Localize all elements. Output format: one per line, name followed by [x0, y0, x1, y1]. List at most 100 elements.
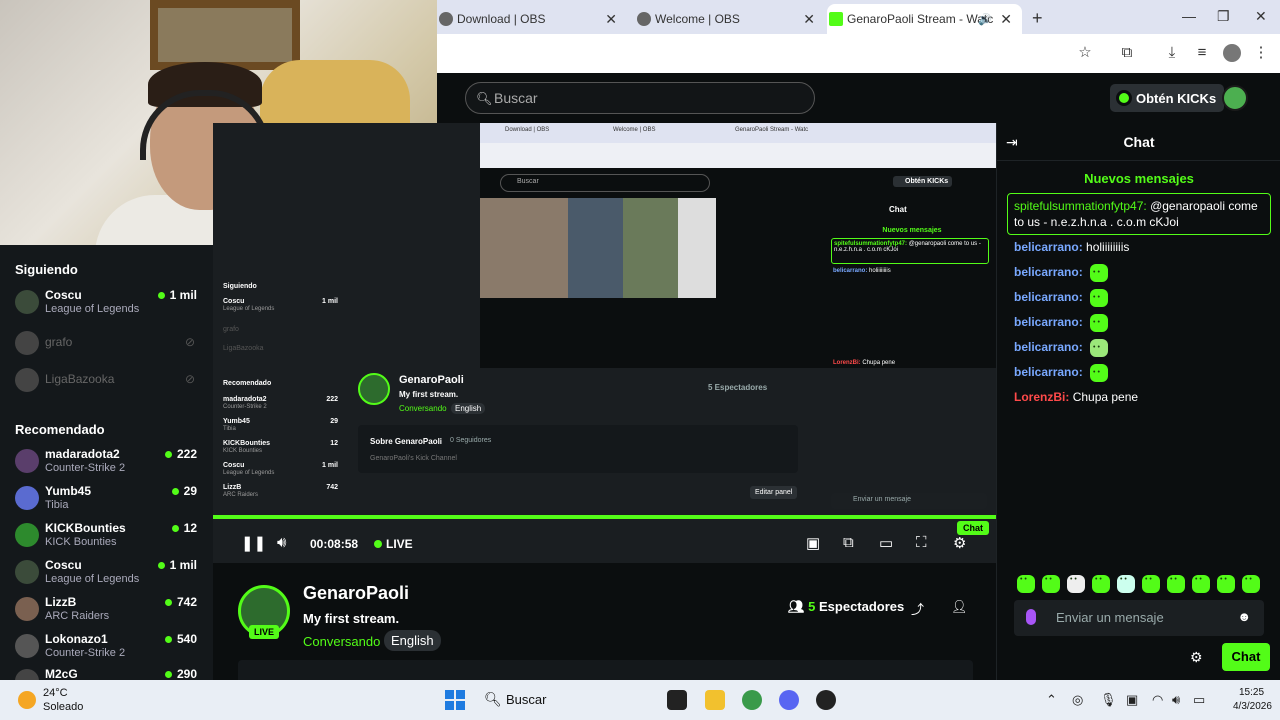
file-explorer-icon[interactable] — [705, 690, 725, 710]
sidebar-item-grafo[interactable]: grafo ⊘ — [15, 329, 205, 365]
weather-temperature[interactable]: 24°C — [43, 687, 68, 699]
chevron-up-icon[interactable]: ⌃ — [1046, 692, 1057, 708]
sidebar-item-lizzb[interactable]: LizzB ARC Raiders 742 — [15, 595, 205, 631]
sidebar-item-coscu[interactable]: Coscu League of Legends 1 mil — [15, 288, 205, 324]
sidebar-item-lokonazo1[interactable]: Lokonazo1 Counter-Strike 2 540 — [15, 632, 205, 668]
volume-tray-icon[interactable]: 🔊︎ — [1172, 692, 1180, 708]
emote-icon[interactable] — [1167, 575, 1185, 593]
microphone-icon[interactable] — [1026, 609, 1036, 625]
browser-tab-kick[interactable]: GenaroPaoli Stream - Watc 🔊 ✕ — [827, 4, 1022, 34]
chat-message-pinned[interactable]: spitefulsummationfytp47: @genaropaoli co… — [1007, 193, 1271, 235]
stream-language[interactable]: English — [384, 630, 441, 651]
get-kicks-label: Obtén KICKs — [1136, 90, 1217, 106]
theater-icon[interactable]: ▭ — [879, 534, 893, 552]
user-avatar[interactable] — [1222, 85, 1248, 111]
star-icon[interactable]: ☆ — [1076, 44, 1094, 62]
chat-input[interactable]: Enviar un mensaje ☻ — [1014, 600, 1264, 636]
stream-category[interactable]: Conversando — [303, 634, 380, 649]
nested-new-messages: Nuevos mensajes — [882, 227, 942, 234]
speaker-icon[interactable]: 🔊 — [978, 13, 992, 26]
chat-username[interactable]: LorenzBi: — [1014, 390, 1069, 404]
emoji-icon[interactable]: ☻ — [1237, 609, 1251, 624]
nested-user: belicarrano: — [833, 268, 868, 274]
sidebar-item-madaradota2[interactable]: madaradota2 Counter-Strike 2 222 — [15, 447, 205, 483]
maximize-icon[interactable]: ❐ — [1217, 8, 1230, 25]
emote-icon[interactable] — [1242, 575, 1260, 593]
chat-settings-icon[interactable]: ⚙ — [1190, 649, 1203, 666]
close-icon[interactable]: ✕ — [803, 11, 815, 28]
menu-icon[interactable]: ⋮ — [1252, 44, 1270, 62]
video-player[interactable]: Download | OBS Welcome | OBS GenaroPaoli… — [213, 123, 996, 563]
channel-name: grafo — [45, 335, 73, 349]
emote-icon[interactable] — [1042, 575, 1060, 593]
settings-icon[interactable]: ⚙ — [953, 534, 966, 552]
taskbar-search[interactable]: Buscar — [506, 692, 546, 707]
share-icon[interactable]: ⤴ — [911, 599, 924, 618]
emote-icon[interactable] — [1067, 575, 1085, 593]
emote-icon[interactable] — [1117, 575, 1135, 593]
sidebar-item-kickbounties[interactable]: KICKBounties KICK Bounties 12 — [15, 521, 205, 557]
viewer-count: 540 — [165, 632, 197, 646]
avatar — [15, 634, 39, 658]
browser-tab-obs-welcome[interactable]: Welcome | OBS ✕ — [635, 4, 825, 34]
extensions-icon[interactable]: ⧉ — [1118, 44, 1136, 62]
get-kicks-button[interactable]: Obtén KICKs — [1110, 84, 1225, 112]
close-icon[interactable]: ✕ — [605, 11, 617, 28]
new-messages-banner[interactable]: Nuevos mensajes — [997, 171, 1280, 186]
weather-description[interactable]: Soleado — [43, 701, 83, 713]
clip-icon[interactable]: ▣ — [806, 534, 820, 552]
emote-icon[interactable] — [1217, 575, 1235, 593]
nested-category: Tibia — [223, 426, 236, 432]
minimize-icon[interactable]: — — [1182, 8, 1196, 24]
chat-username[interactable]: belicarrano: — [1014, 315, 1083, 329]
chat-username[interactable]: belicarrano: — [1014, 365, 1083, 379]
battery-icon[interactable]: ▭ — [1193, 692, 1205, 708]
pause-icon[interactable]: ❚❚ — [241, 534, 266, 552]
emote-icon[interactable] — [1192, 575, 1210, 593]
sidebar-item-m2cg[interactable]: M2cG 290 — [15, 667, 205, 680]
media-icon[interactable]: ≡ — [1193, 44, 1211, 62]
search-icon[interactable]: 🔍︎ — [484, 691, 502, 708]
emote-icon[interactable] — [1092, 575, 1110, 593]
search-input[interactable]: 🔍︎ Buscar — [465, 82, 815, 114]
chat-username[interactable]: spitefulsummationfytp47: — [1014, 199, 1147, 213]
sun-icon[interactable] — [18, 691, 36, 709]
chat-username[interactable]: belicarrano: — [1014, 290, 1083, 304]
microphone-tray-icon[interactable]: 🎙︎ — [1100, 692, 1117, 708]
chat-username[interactable]: belicarrano: — [1014, 340, 1083, 354]
progress-bar[interactable] — [213, 515, 996, 519]
network-tray-icon[interactable]: ▣ — [1126, 692, 1138, 708]
chrome-icon[interactable] — [742, 690, 762, 710]
nested-tab: Download | OBS — [505, 127, 550, 133]
chat-username[interactable]: belicarrano: — [1014, 240, 1083, 254]
download-icon[interactable]: ⤓ — [1163, 44, 1181, 62]
tab-label: GenaroPaoli Stream - Watc — [847, 12, 994, 26]
terminal-app-icon[interactable] — [667, 690, 687, 710]
clock-time[interactable]: 15:25 — [1239, 687, 1264, 698]
streamer-name[interactable]: GenaroPaoli — [303, 583, 409, 604]
emote-icon[interactable] — [1017, 575, 1035, 593]
close-window-icon[interactable]: ✕ — [1255, 8, 1267, 25]
clock-date[interactable]: 4/3/2026 — [1233, 701, 1272, 712]
wifi-icon[interactable]: ◠ — [1152, 692, 1163, 708]
profile-icon[interactable] — [1223, 44, 1241, 62]
chat-send-button[interactable]: Chat — [1222, 643, 1270, 671]
emote-icon — [1090, 314, 1109, 332]
follow-icon[interactable]: 👤︎ — [951, 599, 968, 615]
chat-text: holiiiiiiiis — [1086, 240, 1130, 254]
sidebar-item-coscu-rec[interactable]: Coscu League of Legends 1 mil — [15, 558, 205, 594]
emote-icon[interactable] — [1142, 575, 1160, 593]
sidebar-item-ligabazooka[interactable]: LigaBazooka ⊘ — [15, 366, 205, 402]
obs-icon[interactable] — [816, 690, 836, 710]
windows-start-icon[interactable] — [445, 690, 465, 710]
discord-icon[interactable] — [779, 690, 799, 710]
new-tab-button[interactable]: + — [1032, 8, 1043, 29]
close-icon[interactable]: ✕ — [1000, 11, 1012, 28]
chat-username[interactable]: belicarrano: — [1014, 265, 1083, 279]
volume-icon[interactable]: 🔊︎ — [277, 534, 286, 551]
browser-tab-obs-download[interactable]: Download | OBS ✕ — [437, 4, 627, 34]
sidebar-item-yumb45[interactable]: Yumb45 Tibia 29 — [15, 484, 205, 520]
fullscreen-icon[interactable]: ⛶ — [916, 534, 927, 551]
pip-icon[interactable]: ⧉ — [843, 534, 854, 551]
security-icon[interactable]: ◎ — [1072, 692, 1083, 708]
